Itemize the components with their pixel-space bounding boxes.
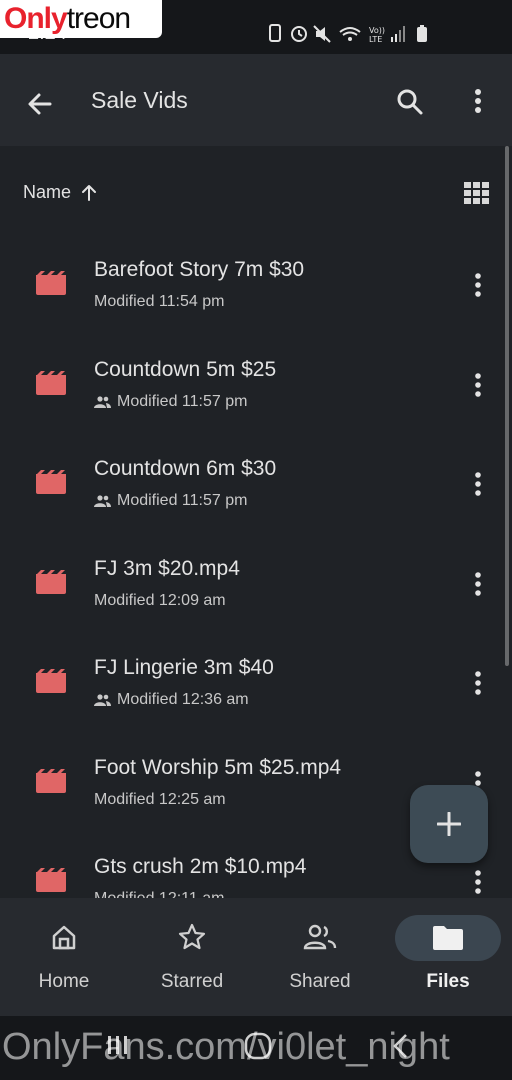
more-vert-icon[interactable]: [470, 868, 486, 896]
home-icon: [52, 925, 76, 950]
new-button[interactable]: [410, 785, 488, 863]
grid-view-button[interactable]: [464, 182, 490, 204]
file-meta: Modified 11:57 pm: [94, 393, 247, 411]
nav-home-icon-wrap: [26, 914, 102, 960]
file-modified: Modified 11:57 pm: [117, 392, 248, 410]
nav-shared[interactable]: Shared: [256, 898, 384, 1016]
nav-starred[interactable]: Starred: [128, 898, 256, 1016]
search-button[interactable]: [394, 86, 426, 118]
video-file-icon: [36, 370, 66, 395]
status-icons: Vo)) LTE: [269, 24, 427, 44]
file-modified: Modified 11:57 pm: [117, 492, 248, 509]
file-row[interactable]: Countdown 6m $30 Modified 11:57 pm: [0, 415, 512, 515]
file-name: Countdown 5m $25: [94, 357, 277, 381]
file-row[interactable]: FJ 3m $20.mp4 Modified 12:09 am: [0, 515, 512, 615]
bottom-navigation: Home Starred Shared Files: [0, 898, 512, 1016]
file-name: FJ Lingerie 3m $40: [94, 656, 274, 679]
more-options-button[interactable]: [470, 86, 486, 118]
nav-starred-label: Starred: [160, 971, 224, 992]
star-icon: [178, 923, 206, 950]
logo-part-treon: treon: [66, 2, 131, 35]
file-modified: Modified 12:11 am: [94, 890, 224, 898]
sort-button[interactable]: Name: [23, 182, 97, 203]
nav-files[interactable]: Files: [384, 898, 512, 1016]
nav-files-label: Files: [426, 971, 470, 992]
file-modified: Modified 12:36 am: [117, 691, 249, 708]
people-icon: [303, 924, 337, 950]
video-file-icon: [36, 768, 66, 793]
file-modified: Modified 12:25 am: [94, 790, 226, 808]
file-row[interactable]: Barefoot Story 7m $30 Modified 11:54 pm: [0, 216, 512, 316]
file-meta: Modified 11:54 pm: [94, 293, 224, 311]
file-name: FJ 3m $20.mp4: [94, 556, 240, 580]
back-button[interactable]: [22, 87, 58, 123]
folder-icon: [433, 926, 463, 950]
svg-text:Vo)): Vo)): [369, 26, 385, 35]
nav-files-icon-wrap: [395, 915, 501, 961]
video-file-icon: [36, 569, 66, 594]
watermark-text: OnlyFans.com/vi0let_night: [2, 1026, 450, 1068]
file-modified: Modified 11:54 pm: [94, 293, 225, 310]
arrow-left-icon: [28, 93, 52, 115]
file-name: Barefoot Story 7m $30: [94, 258, 305, 281]
more-vert-icon[interactable]: [470, 271, 486, 299]
more-vert-icon[interactable]: [470, 669, 486, 697]
file-meta: Modified 12:11 am: [94, 890, 224, 898]
file-modified: Modified 12:09 am: [94, 591, 226, 609]
grid-view-icon: [464, 182, 489, 204]
file-row[interactable]: FJ Lingerie 3m $40 Modified 12:36 am: [0, 614, 512, 714]
file-row[interactable]: Countdown 5m $25 Modified 11:57 pm: [0, 316, 512, 416]
page-title: Sale Vids: [91, 87, 188, 113]
video-file-icon: [36, 868, 66, 892]
app-bar: Sale Vids: [0, 54, 512, 146]
nav-shared-label: Shared: [289, 971, 351, 992]
nav-home[interactable]: Home: [0, 898, 128, 1016]
shared-people-icon: [94, 694, 111, 706]
plus-icon: [437, 812, 461, 836]
file-meta: Modified 12:36 am: [94, 691, 249, 709]
more-vert-icon[interactable]: [470, 371, 486, 399]
file-name: Countdown 6m $30: [94, 457, 277, 480]
more-vert-icon: [475, 89, 481, 113]
more-vert-icon[interactable]: [470, 470, 486, 498]
file-name: Gts crush 2m $10.mp4: [94, 855, 307, 878]
nav-starred-icon-wrap: [154, 914, 230, 960]
file-meta: Modified 12:09 am: [94, 592, 226, 610]
nav-home-label: Home: [38, 971, 90, 992]
logo-part-only: Only: [4, 2, 68, 35]
file-name: Foot Worship 5m $25.mp4: [94, 755, 342, 779]
video-file-icon: [36, 271, 66, 295]
shared-people-icon: [94, 495, 111, 507]
file-meta: Modified 11:57 pm: [94, 492, 247, 510]
shared-people-icon: [94, 395, 111, 408]
video-file-icon: [36, 669, 66, 693]
video-file-icon: [36, 470, 66, 494]
search-icon: [397, 89, 423, 115]
arrow-up-icon: [82, 184, 97, 201]
sort-label: Name: [23, 182, 72, 202]
svg-text:LTE: LTE: [369, 35, 382, 44]
more-vert-icon[interactable]: [470, 570, 486, 598]
file-meta: Modified 12:25 am: [94, 791, 226, 809]
onlytreon-logo: Only treon: [0, 0, 162, 38]
nav-shared-icon-wrap: [282, 914, 358, 960]
